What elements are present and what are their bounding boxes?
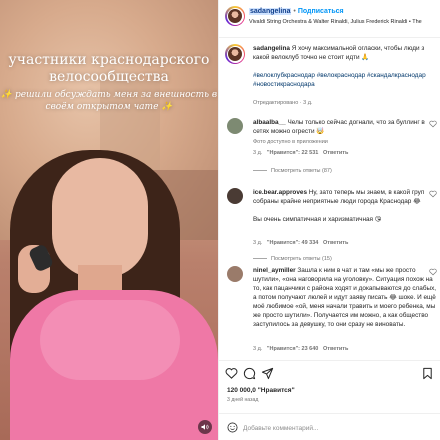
caption-edited: Отредактировано · 3 д. bbox=[253, 100, 313, 106]
comment-text-block: albaalba__ Челы только сейчас догнали, ч… bbox=[253, 118, 439, 136]
comment-reply-button[interactable]: Ответить bbox=[323, 346, 348, 352]
likes-count[interactable]: 120 000,0 "Нравится" bbox=[227, 387, 295, 394]
comment-username[interactable]: ninel_aymiller bbox=[253, 267, 296, 274]
comment-text-secondary: Вы очень симпатичная и харизматичная bbox=[253, 216, 373, 223]
add-comment-bar bbox=[219, 413, 440, 440]
caption-avatar[interactable] bbox=[225, 44, 245, 64]
video-caption-line2: ✨ решили обсуждать меня за внешность в с… bbox=[0, 90, 218, 112]
comment-meta: 3 д. "Нравится": 23 640 Ответить bbox=[253, 346, 348, 352]
post-actions: 120 000,0 "Нравится" 3 дней назад bbox=[219, 360, 440, 440]
comment-bubble-icon[interactable] bbox=[243, 367, 256, 380]
video-person-top-highlight bbox=[40, 300, 180, 380]
comment-username[interactable]: albaalba__ bbox=[253, 119, 286, 126]
video-player[interactable]: участники краснодарского велосообщества … bbox=[0, 0, 218, 440]
share-icon[interactable] bbox=[261, 367, 274, 380]
comment-age: 3 д. bbox=[253, 240, 263, 246]
comment-avatar[interactable] bbox=[227, 266, 243, 282]
comment-reply-button[interactable]: Ответить bbox=[323, 240, 348, 246]
like-heart-icon[interactable] bbox=[225, 367, 238, 380]
speaker-icon bbox=[201, 424, 209, 430]
comment-text-block: ice.bear.approves Ну, зато теперь мы зна… bbox=[253, 188, 439, 224]
comment-age: 3 д. bbox=[253, 346, 263, 352]
comment-likes[interactable]: "Нравится": 22 531 bbox=[267, 150, 318, 156]
view-replies-button[interactable]: Посмотреть ответы (15) bbox=[253, 256, 332, 262]
like-heart-icon[interactable] bbox=[429, 120, 437, 128]
comment-username[interactable]: ice.bear.approves bbox=[253, 189, 307, 196]
caption-emoji: 🙏 bbox=[361, 53, 370, 61]
video-caption: участники краснодарского велосообщества … bbox=[0, 52, 218, 113]
mute-button[interactable] bbox=[198, 420, 212, 434]
post-header: sadangelina • Подписаться Vivaldi String… bbox=[219, 0, 440, 38]
comments-list[interactable]: sadangelina Я хочу максимальной огласки,… bbox=[219, 38, 440, 358]
comment-emoji: 🤯 bbox=[316, 127, 325, 135]
comment-likes[interactable]: "Нравится": 49 334 bbox=[267, 240, 318, 246]
post-time: 3 дней назад bbox=[227, 397, 259, 403]
bookmark-icon[interactable] bbox=[421, 367, 434, 380]
caption-hashtags[interactable]: #велоклубкраснодар #велокраснодар #сканд… bbox=[253, 72, 426, 88]
music-label[interactable]: Vivaldi String Orchestra & Walter Rinald… bbox=[249, 19, 422, 25]
author-username[interactable]: sadangelina bbox=[249, 8, 292, 15]
header-separator: • bbox=[293, 8, 296, 15]
comment-meta: 3 д. "Нравится": 22 531 Ответить bbox=[253, 150, 348, 156]
caption-text-block: sadangelina Я хочу максимальной огласки,… bbox=[253, 44, 439, 89]
like-heart-icon[interactable] bbox=[429, 268, 437, 276]
comment-emoji-secondary: 😘 bbox=[374, 215, 382, 223]
author-avatar[interactable] bbox=[225, 6, 245, 26]
emoji-picker-icon[interactable] bbox=[227, 422, 238, 433]
comment-photo-note: Фото доступно в приложении bbox=[253, 139, 328, 145]
view-replies-button[interactable]: Посмотреть ответы (87) bbox=[253, 168, 332, 174]
like-heart-icon[interactable] bbox=[429, 190, 437, 198]
comment-age: 3 д. bbox=[253, 150, 263, 156]
comment-emoji: 😂 bbox=[413, 197, 421, 205]
comment-reply-button[interactable]: Ответить bbox=[323, 150, 348, 156]
comment-meta: 3 д. "Нравится": 49 334 Ответить bbox=[253, 240, 348, 246]
comment-emoji: 😂 bbox=[389, 293, 397, 301]
video-caption-line1: участники краснодарского велосообщества bbox=[8, 52, 210, 85]
video-person-face bbox=[52, 158, 148, 278]
comment-likes[interactable]: "Нравится": 23 640 bbox=[267, 346, 318, 352]
comment-avatar[interactable] bbox=[227, 188, 243, 204]
comment-avatar[interactable] bbox=[227, 118, 243, 134]
comment-input[interactable] bbox=[243, 421, 403, 435]
caption-username[interactable]: sadangelina bbox=[253, 45, 290, 52]
follow-button[interactable]: Подписаться bbox=[298, 8, 344, 15]
comment-text-block: ninel_aymiller Зашла к ним в чат и там «… bbox=[253, 266, 439, 329]
post-panel: sadangelina • Подписаться Vivaldi String… bbox=[218, 0, 440, 440]
